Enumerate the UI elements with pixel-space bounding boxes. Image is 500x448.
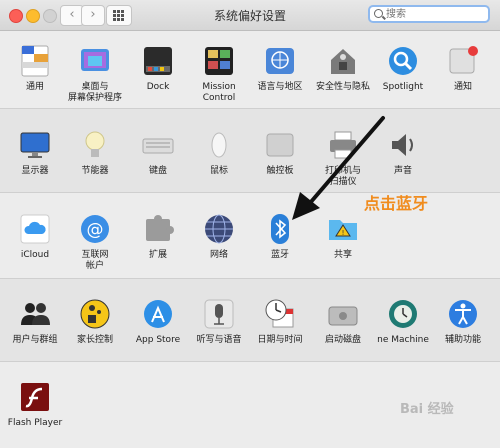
pref-label: 语言与地区 (257, 82, 303, 92)
pref-app-store[interactable]: App Store (123, 297, 193, 346)
time-machine-icon (386, 297, 420, 331)
app-store-icon (141, 297, 175, 331)
general-icon (18, 44, 52, 78)
pref-label: 听写与语音 (196, 335, 242, 345)
pref-date-time[interactable]: 日期与时间 (245, 297, 315, 346)
pref-mission-control[interactable]: Mission Control (184, 44, 254, 104)
spotlight-icon (386, 44, 420, 78)
watermark: Bai 经验 (400, 402, 454, 417)
pref-desktop[interactable]: 桌面与 屏幕保护程序 (60, 44, 130, 104)
pref-label: 鼠标 (209, 166, 228, 176)
pref-label: App Store (135, 335, 181, 345)
desktop-icon (78, 44, 112, 78)
pref-dock[interactable]: Dock (123, 44, 193, 93)
parental-controls-icon (78, 297, 112, 331)
mouse-icon (202, 128, 236, 162)
pref-internet-accounts[interactable]: @ 互联网 帐户 (60, 212, 130, 272)
mission-control-icon (202, 44, 236, 78)
pref-label: 互联网 帐户 (81, 250, 109, 271)
svg-text:!: ! (342, 229, 345, 237)
pref-label: 桌面与 屏幕保护程序 (67, 82, 122, 103)
display-icon (18, 128, 52, 162)
pref-dictation-speech[interactable]: 听写与语音 (184, 297, 254, 346)
pref-flash-player[interactable]: Flash Player (0, 380, 70, 429)
pref-extensions[interactable]: 扩展 (123, 212, 193, 261)
globe-icon (202, 212, 236, 246)
search-input[interactable] (386, 8, 484, 20)
keyboard-icon (141, 128, 175, 162)
pref-label: 辅助功能 (444, 335, 481, 345)
pref-label: Mission Control (202, 82, 236, 103)
lightbulb-icon (78, 128, 112, 162)
window-titlebar: ‹ › 系统偏好设置 (0, 0, 500, 31)
speaker-icon (386, 128, 420, 162)
pref-label: 键盘 (148, 166, 167, 176)
hard-disk-icon (326, 297, 360, 331)
pref-label: Flash Player (7, 418, 63, 428)
pref-label: 扩展 (148, 250, 167, 260)
house-lock-icon (326, 44, 360, 78)
pref-energy[interactable]: 节能器 (60, 128, 130, 177)
flash-player-icon (18, 380, 52, 414)
dock-icon (141, 44, 175, 78)
search-field[interactable] (368, 5, 490, 23)
un-flag-icon (263, 44, 297, 78)
pref-keyboard[interactable]: 键盘 (123, 128, 193, 177)
search-icon (374, 9, 383, 18)
microphone-icon (202, 297, 236, 331)
clock-calendar-icon (263, 297, 297, 331)
pref-label: 通知 (453, 82, 472, 92)
svg-text:@: @ (87, 220, 104, 240)
pref-label: 节能器 (81, 166, 109, 176)
pref-parental-controls[interactable]: 家长控制 (60, 297, 130, 346)
pref-label: 日期与时间 (257, 335, 303, 345)
pref-label: 蓝牙 (270, 250, 289, 260)
puzzle-icon (141, 212, 175, 246)
users-icon (18, 297, 52, 331)
pref-label: 家长控制 (76, 335, 113, 345)
pref-network[interactable]: 网络 (184, 212, 254, 261)
pref-label: 网络 (209, 250, 228, 260)
pref-language-region[interactable]: 语言与地区 (245, 44, 315, 93)
pref-label: Dock (146, 82, 170, 92)
at-sign-icon: @ (78, 212, 112, 246)
pref-notifications[interactable]: 通知 (428, 44, 498, 93)
accessibility-icon (446, 297, 480, 331)
pref-label: 共享 (333, 250, 352, 260)
notifications-icon (446, 44, 480, 78)
icloud-icon (18, 212, 52, 246)
pref-accessibility[interactable]: 辅助功能 (428, 297, 498, 346)
annotation-text: 点击蓝牙 (364, 194, 429, 213)
pref-mouse[interactable]: 鼠标 (184, 128, 254, 177)
